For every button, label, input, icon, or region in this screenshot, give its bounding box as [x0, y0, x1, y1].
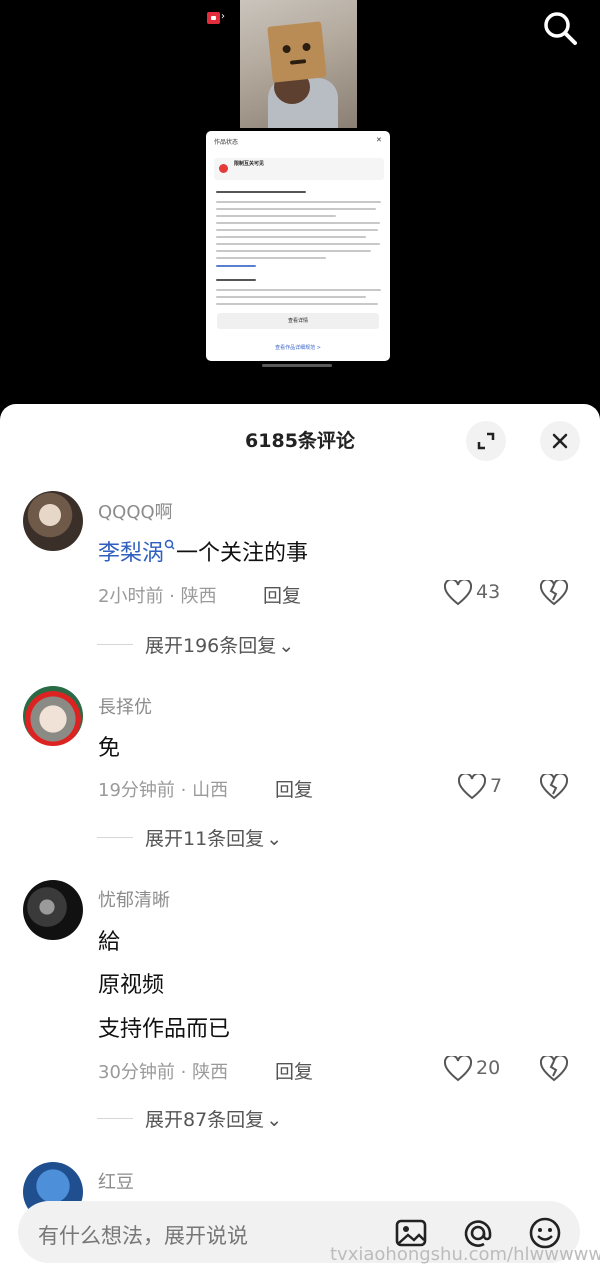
chevron-down-icon: ⌄: [266, 828, 283, 850]
warning-icon: [219, 164, 228, 173]
heart-icon[interactable]: [444, 580, 472, 606]
comment-text: 支持作品而已: [98, 1017, 231, 1042]
close-icon: ✕: [376, 136, 382, 144]
reply-button[interactable]: 回复: [275, 1057, 313, 1084]
watermark: tvxiaohongshu.com/hlwwwww: [330, 1244, 600, 1265]
comment-input[interactable]: 有什么想法，展开说说: [38, 1220, 248, 1250]
like-count: 7: [490, 775, 503, 797]
comment-meta: 19分钟前 · 山西: [98, 780, 229, 801]
comment-count-title: 6185条评论: [245, 430, 355, 452]
home-indicator: [262, 364, 332, 367]
comment-text: 免: [98, 736, 121, 761]
avatar[interactable]: [23, 686, 83, 746]
comment-text: 李梨涡 一个关注的事: [98, 539, 309, 566]
reply-button[interactable]: 回复: [263, 581, 301, 608]
chevron-down-icon: ⌄: [266, 1109, 283, 1131]
embedded-dialog-title: 作品状态: [214, 139, 239, 146]
app-badge-icon: ›: [207, 10, 225, 26]
comment-text: 給: [98, 930, 121, 955]
comment-username[interactable]: 長择优: [98, 693, 152, 719]
comment-sheet: 6185条评论 QQQQ啊 李梨涡 一个关注的事 2小时前 · 陕西 回复 43 …: [0, 404, 600, 1280]
heart-icon[interactable]: [444, 1056, 472, 1082]
broken-heart-icon[interactable]: [540, 774, 568, 800]
mention-link[interactable]: 李梨涡: [98, 541, 164, 566]
broken-heart-icon[interactable]: [540, 1056, 568, 1082]
embedded-action-button: 查看详情: [217, 313, 379, 329]
expand-button[interactable]: [466, 421, 506, 461]
reply-button[interactable]: 回复: [275, 775, 313, 802]
comment-text: 原视频: [98, 973, 165, 998]
close-button[interactable]: [540, 421, 580, 461]
comment-meta: 30分钟前 · 陕西: [98, 1062, 229, 1083]
video-thumbnail: [240, 0, 357, 128]
expand-replies-button[interactable]: 展开87条回复 ⌄: [145, 1105, 282, 1132]
expand-icon: [477, 432, 495, 450]
comment-username[interactable]: 红豆: [98, 1168, 134, 1194]
expand-replies-button[interactable]: 展开11条回复 ⌄: [145, 824, 282, 851]
comment-username[interactable]: 忧郁清晰: [98, 886, 170, 912]
broken-heart-icon[interactable]: [540, 580, 568, 606]
close-icon: [552, 433, 568, 449]
like-count: 43: [476, 581, 501, 603]
search-icon[interactable]: [540, 8, 580, 48]
comment-meta: 2小时前 · 陕西: [98, 586, 217, 607]
embedded-link: 查看作品详细规范 >: [275, 345, 321, 351]
embedded-dialog-screenshot: 作品状态 ✕ 限制互关可见 查看详情 查看作品详细规范 >: [206, 131, 390, 361]
like-count: 20: [476, 1057, 501, 1079]
expand-replies-button[interactable]: 展开196条回复 ⌄: [145, 631, 294, 658]
video-player[interactable]: › 作品状态 ✕ 限制互关可见 查看详情 查看作品详细规范 >: [0, 0, 600, 410]
heart-icon[interactable]: [458, 774, 486, 800]
comment-username[interactable]: QQQQ啊: [98, 498, 173, 524]
embedded-warning: 限制互关可见: [214, 158, 384, 180]
search-icon: [164, 539, 175, 550]
chevron-down-icon: ⌄: [278, 635, 295, 657]
avatar[interactable]: [23, 491, 83, 551]
avatar[interactable]: [23, 880, 83, 940]
